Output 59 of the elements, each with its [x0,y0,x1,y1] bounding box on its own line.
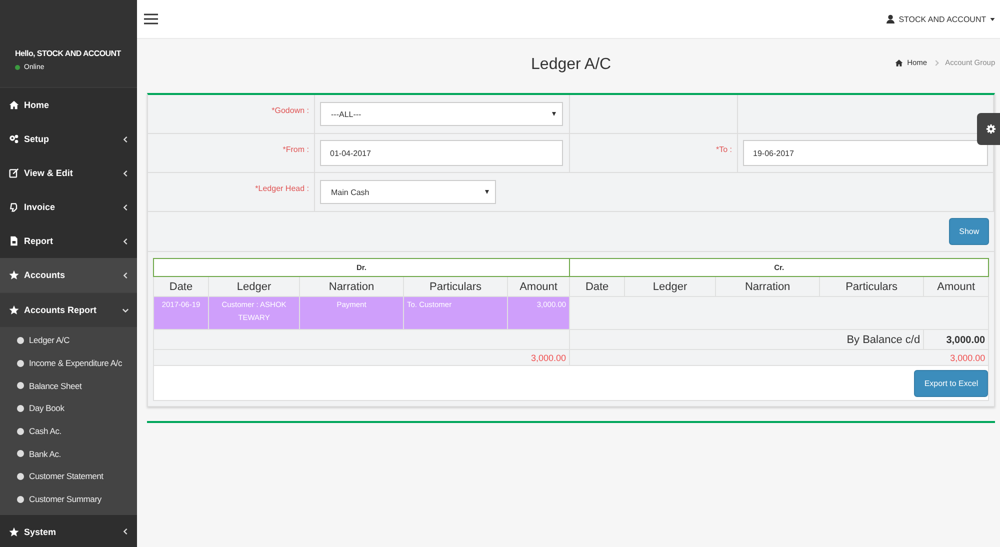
column-header: Narration [716,276,820,296]
field-label: *To : [716,145,732,154]
to-date-field[interactable]: 19-06-2017 [743,140,988,166]
user-menu[interactable]: STOCK AND ACCOUNT [886,14,996,24]
submenu-item[interactable]: Balance Sheet [0,374,137,398]
submenu-item[interactable]: Customer Summary [0,488,137,510]
from-date-field[interactable]: 01-04-2017 [320,140,563,166]
field-label: *From : [282,145,309,154]
ledger-head-select[interactable]: Main Cash [320,180,496,204]
total-amount: 3,000.00 [531,352,566,362]
chevron-left-icon [122,170,129,176]
file-icon [9,236,19,246]
column-header: Amount [924,276,989,296]
column-header: Particulars [820,276,924,296]
chevron-left-icon [122,272,129,278]
submenu-item[interactable]: Day Book [0,397,137,420]
chevron-left-icon [122,238,129,244]
home-icon [895,58,904,66]
sidebar-item[interactable]: Accounts Report [0,292,137,327]
star-icon [9,270,19,280]
balance-amount: 3,000.00 [946,334,986,346]
submenu-item[interactable]: Income & Expenditure A/c [0,352,137,374]
user-greeting: Hello, STOCK AND ACCOUNT [15,49,122,58]
submenu-item[interactable]: Customer Statement [0,465,137,488]
godown-select[interactable]: ---ALL--- [320,102,563,126]
caret-icon [990,18,996,20]
sidebar-item[interactable]: Home [0,88,137,122]
export-button[interactable]: Export to Excel [914,370,988,396]
sidebar-item[interactable]: View & Edit [0,156,137,190]
settings-button[interactable] [977,113,1000,145]
star-icon [9,305,19,315]
total-amount: 3,000.00 [950,352,986,362]
chevron-down-icon [122,306,129,314]
star-icon [9,526,19,536]
edit-icon [9,168,19,178]
user-icon [886,14,895,24]
sidebar-item[interactable]: Accounts [0,258,137,292]
submenu-item[interactable]: Bank Ac. [0,442,137,466]
submenu-item[interactable]: Cash Ac. [0,420,137,442]
gears-icon [9,134,19,144]
chevron-left-icon [122,528,129,535]
page-title: Ledger A/C [531,56,612,74]
field-label: *Godown : [272,106,309,115]
field-label: *Ledger Head : [255,184,309,193]
sidebar-item[interactable]: Setup [0,122,137,156]
online-status-icon [15,65,20,70]
balance-label: By Balance c/d [846,334,920,346]
sidebar-item[interactable]: System [0,514,137,547]
column-header: Date [570,276,625,296]
sidebar-item[interactable]: Report [0,224,137,258]
chevron-left-icon [122,136,129,142]
home-icon [9,100,19,110]
sidebar-item[interactable]: Invoice [0,190,137,224]
menu-icon[interactable] [144,13,158,25]
submenu-item[interactable]: Ledger A/C [0,329,137,352]
settings-icon [986,124,996,134]
column-header: Ledger [624,276,716,296]
show-button[interactable]: Show [949,218,990,245]
chevron-left-icon [122,204,129,210]
